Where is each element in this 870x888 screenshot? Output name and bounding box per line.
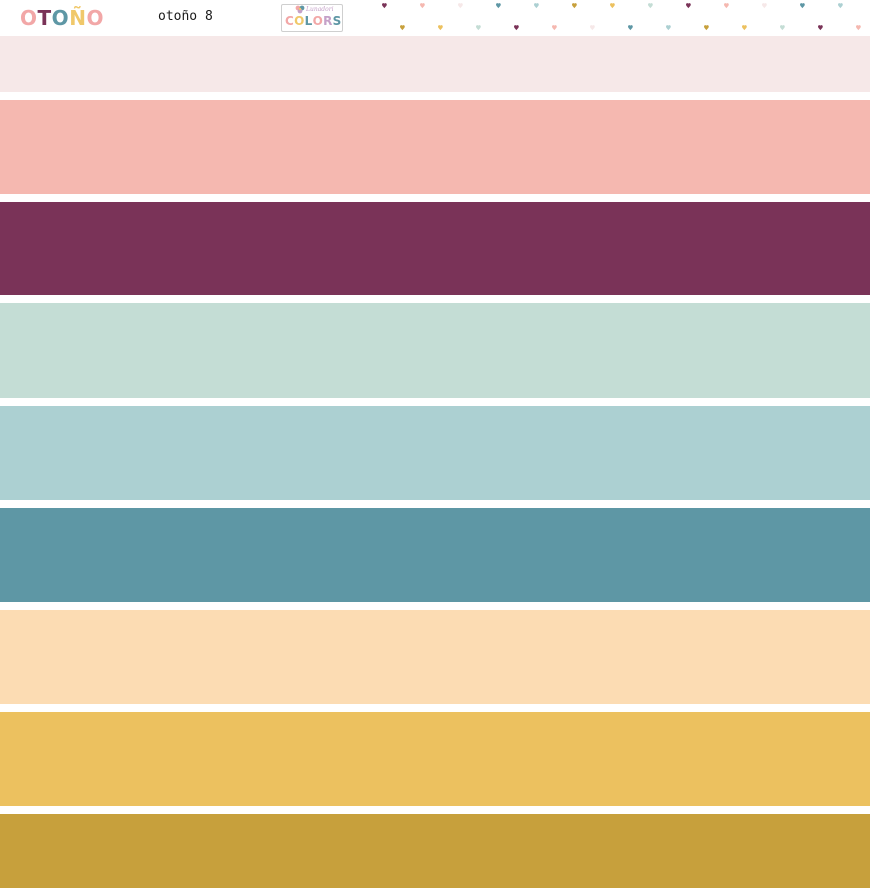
heart-icon xyxy=(666,25,671,31)
header: OTOÑO otoño 8 Lunadori COLORS xyxy=(0,0,870,36)
color-band xyxy=(0,36,870,92)
color-band xyxy=(0,610,870,704)
heart-icon xyxy=(628,25,633,31)
palette-page: OTOÑO otoño 8 Lunadori COLORS xyxy=(0,0,870,888)
color-band xyxy=(0,406,870,500)
heart-icon xyxy=(648,3,653,9)
heart-icon xyxy=(762,3,767,9)
heart-icon xyxy=(382,3,387,9)
heart-icon xyxy=(476,25,481,31)
color-band xyxy=(0,303,870,398)
heart-icon xyxy=(818,25,823,31)
heart-icon xyxy=(438,25,443,31)
heart-icon xyxy=(742,25,747,31)
heart-icon xyxy=(724,3,729,9)
color-band xyxy=(0,100,870,194)
heart-icon xyxy=(420,3,425,9)
heart-icon xyxy=(780,25,785,31)
hearts-pattern xyxy=(382,3,861,31)
heart-icon xyxy=(610,3,615,9)
heart-icon xyxy=(400,25,405,31)
heart-icon xyxy=(534,3,539,9)
color-band xyxy=(0,814,870,888)
heart-icon xyxy=(496,3,501,9)
heart-icon xyxy=(590,25,595,31)
color-band xyxy=(0,712,870,806)
color-band xyxy=(0,202,870,295)
heart-icon xyxy=(686,3,691,9)
color-band xyxy=(0,508,870,602)
heart-icon xyxy=(800,3,805,9)
heart-icon xyxy=(856,25,861,31)
heart-icon xyxy=(552,25,557,31)
heart-icon xyxy=(572,3,577,9)
heart-icon xyxy=(838,3,843,9)
heart-icon xyxy=(704,25,709,31)
heart-icon xyxy=(458,3,463,9)
heart-icon xyxy=(514,25,519,31)
